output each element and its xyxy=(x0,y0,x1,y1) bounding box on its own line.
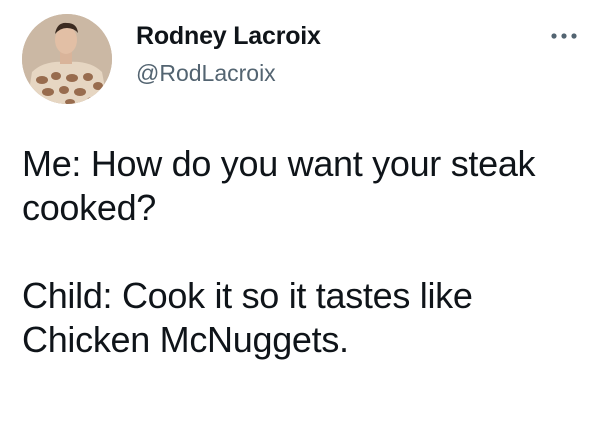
tweet-line-answer: Child: Cook it so it tastes like Chicken… xyxy=(22,275,473,360)
avatar[interactable] xyxy=(22,14,112,104)
tweet-text: Me: How do you want your steak cooked? C… xyxy=(22,142,582,362)
display-name[interactable]: Rodney Lacroix xyxy=(136,22,321,51)
tweet-line-question: Me: How do you want your steak cooked? xyxy=(22,143,536,228)
more-dots-icon xyxy=(551,33,577,39)
user-handle[interactable]: @RodLacroix xyxy=(136,60,276,87)
profile-photo-icon xyxy=(22,14,112,104)
tweet-card: Rodney Lacroix @RodLacroix Me: How do yo… xyxy=(0,0,599,424)
more-options-button[interactable] xyxy=(546,26,582,46)
